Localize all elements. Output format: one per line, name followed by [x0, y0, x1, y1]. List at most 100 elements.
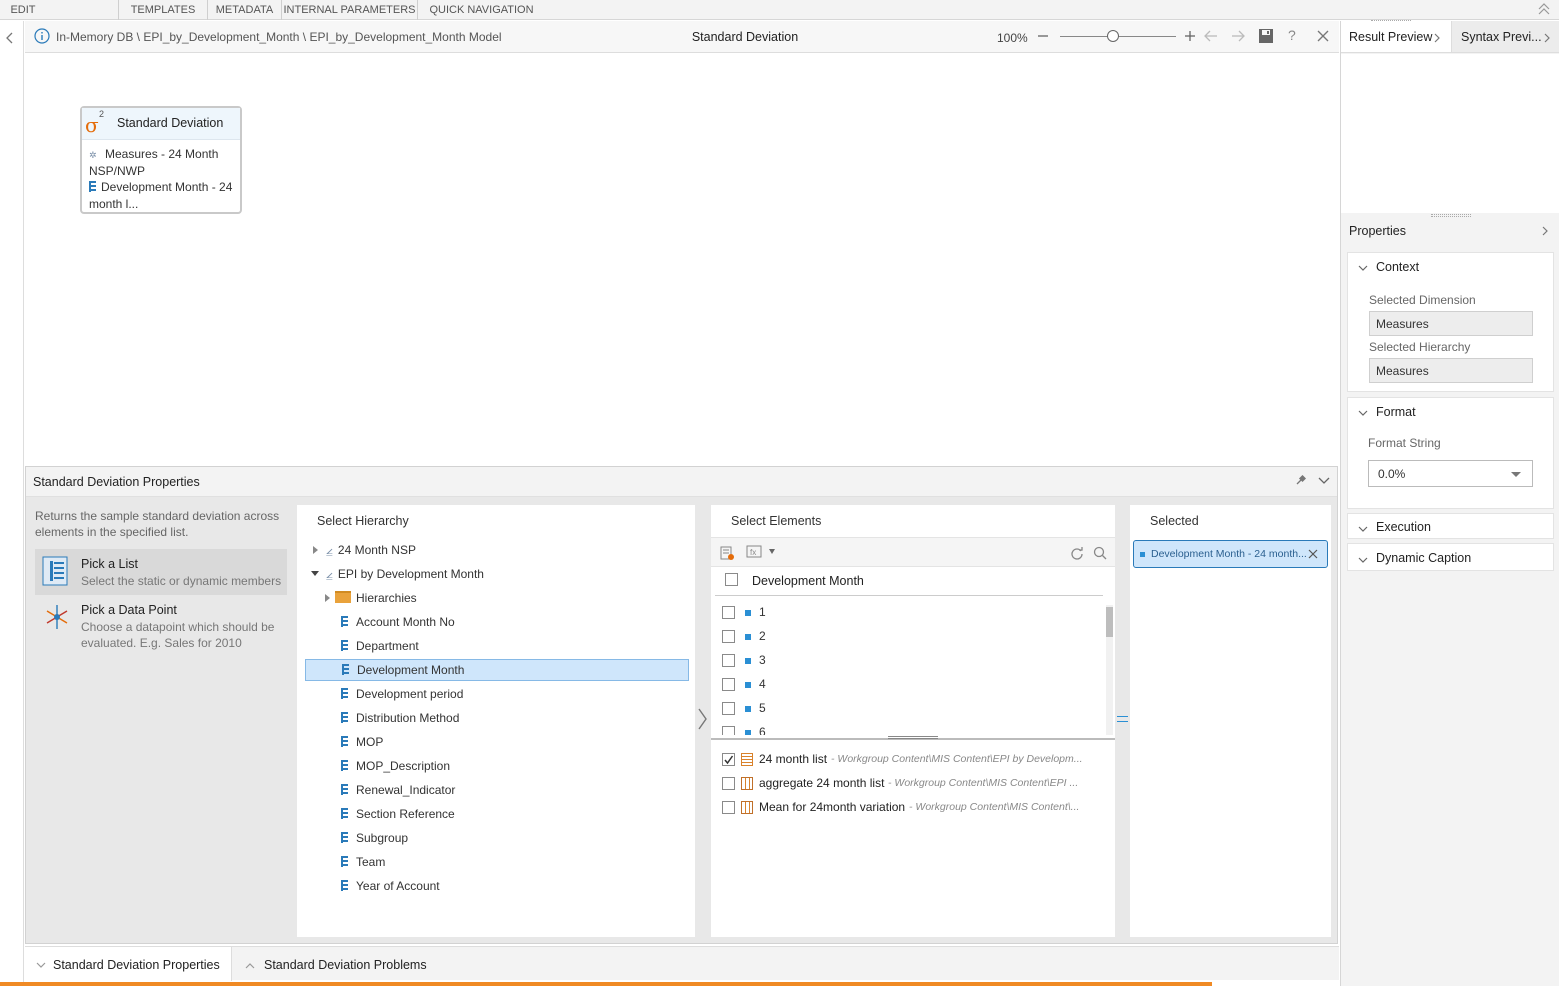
list-name[interactable]: 24 month list [759, 752, 827, 766]
cube-icon: ⦤ [326, 567, 333, 581]
search-icon[interactable] [1093, 546, 1107, 563]
list-checkbox[interactable] [722, 777, 735, 790]
redo-arrow-icon[interactable] [1230, 29, 1246, 46]
member-icon [1140, 552, 1145, 557]
properties-panel: Standard Deviation Properties Returns th… [25, 466, 1338, 944]
zoom-out-icon[interactable] [1036, 29, 1050, 46]
tree-item-hierarchies[interactable]: Hierarchies [325, 587, 417, 609]
dropdown-arrow-icon[interactable] [769, 549, 775, 554]
node-header: σ 2 Standard Deviation [82, 108, 240, 140]
list-name[interactable]: Mean for 24month variation [759, 800, 905, 814]
member-checkbox[interactable] [722, 630, 735, 643]
member-label[interactable]: 1 [759, 605, 766, 619]
chevron-right-icon[interactable] [696, 707, 708, 734]
menu-edit[interactable]: EDIT [0, 0, 46, 20]
zoom-slider-thumb[interactable] [1107, 30, 1119, 42]
info-icon[interactable] [34, 28, 50, 47]
members-scrollbar[interactable] [1106, 605, 1113, 735]
tree-item-hierarchy[interactable]: Development period [305, 683, 689, 705]
add-list-icon[interactable] [720, 546, 734, 563]
tree-item-hierarchy[interactable]: Renewal_Indicator [305, 779, 689, 801]
member-label[interactable]: 2 [759, 629, 766, 643]
tree-item-hierarchy[interactable]: Subgroup [305, 827, 689, 849]
tab-label: Standard Deviation Properties [53, 958, 220, 972]
tree-item-24-month-nsp[interactable]: ⦤ 24 Month NSP [313, 539, 416, 561]
undo-arrow-icon[interactable] [1203, 29, 1219, 46]
chevron-down-icon[interactable] [1318, 474, 1330, 489]
tree-item-label: MOP [356, 735, 384, 749]
formula-icon[interactable]: fx [746, 545, 762, 562]
splitter-handle[interactable] [1431, 214, 1471, 217]
member-checkbox[interactable] [722, 678, 735, 691]
tree-item-label: Development Month [357, 663, 465, 677]
grip-handle[interactable] [1371, 20, 1411, 22]
member-checkbox[interactable] [722, 726, 735, 735]
zoom-slider[interactable] [1060, 29, 1176, 43]
tree-item-hierarchy[interactable]: MOP_Description [305, 755, 689, 777]
help-icon[interactable]: ? [1288, 27, 1296, 43]
option-pick-list[interactable]: Pick a List Select the static or dynamic… [35, 549, 287, 595]
chevron-down-icon[interactable] [1358, 262, 1368, 276]
collapse-arrow-icon[interactable] [311, 571, 319, 576]
hierarchy-icon [341, 784, 348, 795]
list-icon [42, 556, 68, 589]
context-title[interactable]: Context [1376, 260, 1419, 274]
menu-metadata[interactable]: METADATA [207, 0, 281, 20]
tree-item-label: EPI by Development Month [337, 567, 484, 581]
chevron-left-icon[interactable] [5, 32, 15, 47]
breadcrumb: In-Memory DB \ EPI_by_Development_Month … [56, 30, 502, 44]
close-icon[interactable] [1316, 29, 1330, 46]
collapse-ribbon-icon[interactable] [1536, 2, 1552, 16]
tree-item-epi-by-development-month[interactable]: ⦤ EPI by Development Month [311, 563, 484, 585]
refresh-icon[interactable] [1070, 546, 1084, 563]
member-label[interactable]: 4 [759, 677, 766, 691]
left-collapse-strip [0, 21, 24, 986]
expand-arrow-icon[interactable] [325, 594, 330, 602]
tree-item-hierarchy[interactable]: Distribution Method [305, 707, 689, 729]
tab-standard-deviation-problems[interactable]: Standard Deviation Problems [234, 947, 454, 981]
tab-standard-deviation-properties[interactable]: Standard Deviation Properties [25, 947, 232, 981]
tree-item-hierarchy[interactable]: Year of Account [305, 875, 689, 897]
menu-templates[interactable]: TEMPLATES [118, 0, 207, 20]
member-checkbox[interactable] [722, 702, 735, 715]
splitter-handle[interactable] [888, 736, 938, 739]
select-all-checkbox[interactable] [725, 573, 738, 586]
selected-item[interactable]: Development Month - 24 month... [1133, 540, 1328, 568]
option-pick-data-point-title: Pick a Data Point [81, 603, 177, 617]
member-label[interactable]: 6 [759, 725, 766, 735]
menu-quick-navigation[interactable]: QUICK NAVIGATION [417, 0, 545, 20]
members-list: 1 2 3 4 5 6 [711, 599, 1103, 735]
chevron-right-icon[interactable] [1542, 225, 1549, 239]
list-checkbox[interactable] [722, 801, 735, 814]
save-icon[interactable] [1258, 28, 1274, 47]
tab-result-preview[interactable]: Result Preview [1341, 21, 1451, 53]
tree-item-hierarchy[interactable]: MOP [305, 731, 689, 753]
member-checkbox[interactable] [722, 654, 735, 667]
tab-syntax-preview[interactable]: Syntax Previ... [1451, 21, 1559, 53]
member-checkbox[interactable] [722, 606, 735, 619]
tree-item-hierarchy[interactable]: Account Month No [305, 611, 689, 633]
execution-section[interactable]: Execution [1347, 513, 1554, 539]
menu-internal-parameters[interactable]: INTERNAL PARAMETERS [281, 0, 417, 20]
tree-item-hierarchy[interactable]: Section Reference [305, 803, 689, 825]
option-pick-list-subtitle: Select the static or dynamic members [81, 574, 282, 588]
format-string-select[interactable]: 0.0% [1368, 460, 1533, 487]
remove-selected-icon[interactable] [1307, 548, 1319, 563]
member-label[interactable]: 3 [759, 653, 766, 667]
member-label[interactable]: 5 [759, 701, 766, 715]
tree-item-hierarchy[interactable]: Department [305, 635, 689, 657]
list-checkbox[interactable] [722, 753, 735, 766]
zoom-in-icon[interactable] [1183, 29, 1197, 46]
dynamic-caption-section[interactable]: Dynamic Caption [1347, 543, 1554, 571]
pin-icon[interactable] [1294, 474, 1307, 490]
member-icon [745, 658, 751, 664]
expand-arrow-icon[interactable] [313, 546, 318, 554]
standard-deviation-node[interactable]: σ 2 Standard Deviation ✲ Measures - 24 Mo… [80, 106, 242, 214]
chevron-down-icon[interactable] [1358, 407, 1368, 421]
list-name[interactable]: aggregate 24 month list [759, 776, 884, 790]
format-title[interactable]: Format [1376, 405, 1416, 419]
tree-item-hierarchy[interactable]: Development Month [305, 659, 689, 681]
option-pick-data-point[interactable]: Pick a Data Point Choose a datapoint whi… [35, 598, 287, 650]
tree-item-hierarchy[interactable]: Team [305, 851, 689, 873]
hierarchy-icon [341, 880, 348, 891]
